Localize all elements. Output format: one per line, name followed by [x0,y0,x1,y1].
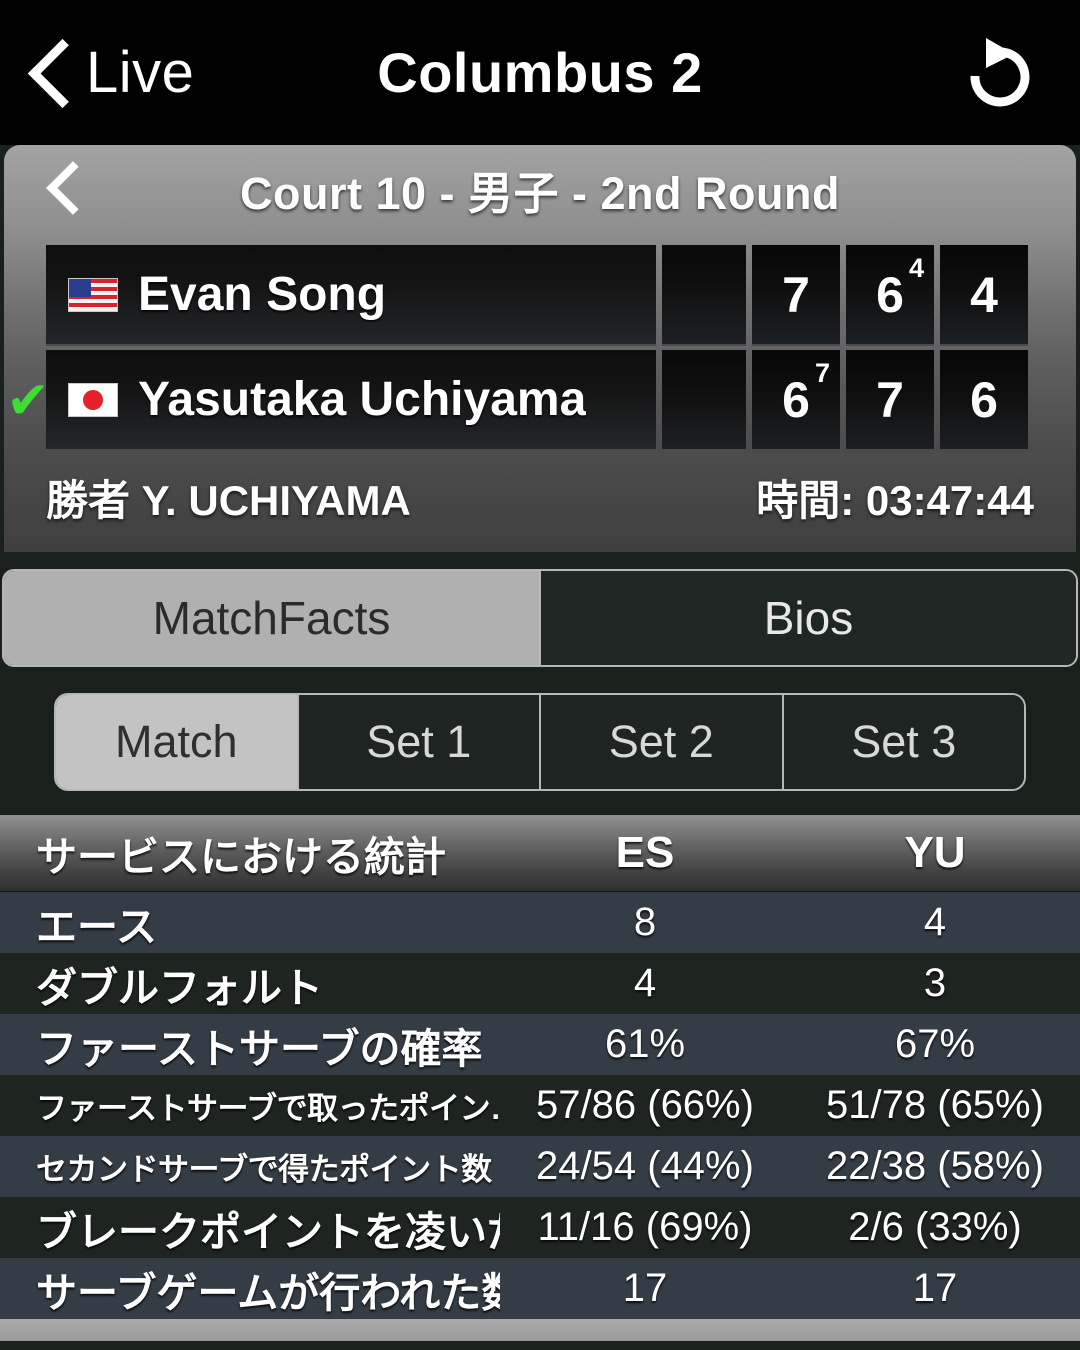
tab-bios[interactable]: Bios [539,571,1076,665]
stats-row-label: ブレークポイントを凌いだ数 [36,1208,500,1255]
scoreboard: Evan Song 7 6 4 4 ✔ Yasutaka Uchiyama 6 … [4,245,1076,451]
stats-row-value-es: 8 [633,900,657,944]
set-game-score: 6 [782,371,810,428]
stats-table-header: サービスにおける統計 ES YU [0,815,1080,892]
court-title: Court 10 - 男子 - 2nd Round [240,167,840,219]
stats-row-first-serve-points-won: ファーストサーブで取ったポイン… 57/86 (66%) 51/78 (65%) [0,1075,1080,1136]
stats-row-label: セカンドサーブで得たポイント数 [36,1152,492,1187]
tab-matchfacts[interactable]: MatchFacts [4,571,539,665]
set-score-cell-1: 7 [752,245,840,346]
jp-flag-icon [68,382,118,417]
stats-row-label: ダブルフォルト [36,964,323,1011]
tab-set-2[interactable]: Set 2 [539,695,782,789]
match-summary-line: 勝者 Y. UCHIYAMA 時間: 03:47:44 [4,451,1076,542]
stats-row-aces: エース 8 4 [0,892,1080,953]
set-game-score: 6 [876,266,904,323]
stats-row-value-yu: 2/6 (33%) [848,1205,1022,1249]
player-name-cell: Yasutaka Uchiyama [46,350,656,451]
match-detail-screen: Live Columbus 2 Court 10 - 男子 - 2nd Roun… [0,0,1080,1350]
winner-label: 勝者 Y. UCHIYAMA [46,477,411,524]
stats-row-value-es: 24/54 (44%) [536,1144,754,1188]
serve-indicator-cell [662,245,746,346]
winner-check-icon: ✔ [6,371,50,430]
stats-row-value-yu: 51/78 (65%) [826,1083,1044,1127]
set-game-score: 6 [970,371,998,428]
stats-row-value-es: 17 [622,1266,668,1310]
match-duration-label: 時間: 03:47:44 [756,477,1034,524]
set-score-cell-3: 6 [940,350,1028,451]
court-back-chevron-icon[interactable] [48,159,88,215]
stats-row-value-es: 11/16 (69%) [537,1205,753,1249]
stats-row-label: エース [36,903,157,950]
stats-row-value-es: 4 [633,961,657,1005]
set-tiebreak-score: 4 [908,253,924,283]
stats-row-service-games-played: サーブゲームが行われた数 17 17 [0,1258,1080,1319]
refresh-icon[interactable] [962,32,1038,112]
winner-check-icon [10,245,46,346]
set-score-cell-3: 4 [940,245,1028,346]
stats-row-break-points-saved: ブレークポイントを凌いだ数 11/16 (69%) 2/6 (33%) [0,1197,1080,1258]
set-game-score: 7 [782,266,810,323]
player-name: Yasutaka Uchiyama [138,373,587,426]
stats-row-double-faults: ダブルフォルト 4 3 [0,953,1080,1014]
stats-row-value-yu: 4 [923,900,947,944]
us-flag-icon [68,277,118,312]
service-stats-table: サービスにおける統計 ES YU エース 8 4 ダブルフォルト 4 3 ファー… [0,815,1080,1319]
stats-row-value-yu: 3 [923,961,947,1005]
serve-indicator-cell [662,350,746,451]
stats-header-label: サービスにおける統計 [36,834,446,880]
stats-row-first-serve-pct: ファーストサーブの確率 61% 67% [0,1014,1080,1075]
top-navigation-bar: Live Columbus 2 [0,0,1080,145]
scoreboard-row[interactable]: ✔ Yasutaka Uchiyama 6 7 7 6 [6,350,1028,451]
player-name-cell: Evan Song [46,245,656,346]
main-tab-bar: MatchFacts Bios [2,569,1078,667]
stats-row-label: サーブゲームが行われた数 [36,1269,500,1316]
tab-set-3[interactable]: Set 3 [781,695,1024,789]
stats-row-label: ファーストサーブの確率 [36,1025,483,1072]
set-tiebreak-score: 7 [814,358,830,388]
set-tab-bar-wrap: Match Set 1 Set 2 Set 3 [0,667,1080,815]
stats-row-value-yu: 67% [894,1022,976,1066]
court-header: Court 10 - 男子 - 2nd Round [4,145,1076,233]
scoreboard-row[interactable]: Evan Song 7 6 4 4 [46,245,1028,346]
next-section-header-strip [0,1319,1080,1341]
set-game-score: 7 [876,371,904,428]
stats-header-player2: YU [904,828,966,877]
stats-row-value-es: 61% [604,1022,686,1066]
stats-row-label: ファーストサーブで取ったポイン… [36,1091,500,1126]
set-tab-bar: Match Set 1 Set 2 Set 3 [54,693,1026,791]
set-game-score: 4 [970,266,998,323]
tab-match[interactable]: Match [56,695,297,789]
match-scoreboard-panel: Court 10 - 男子 - 2nd Round Evan Song 7 6 … [4,145,1076,552]
set-score-cell-1: 6 7 [752,350,840,451]
set-score-cell-2: 6 4 [846,245,934,346]
stats-row-value-es: 57/86 (66%) [536,1083,754,1127]
page-title: Columbus 2 [377,41,703,104]
player-name: Evan Song [138,268,387,321]
stats-row-value-yu: 17 [912,1266,958,1310]
stats-header-player1: ES [615,828,675,877]
tab-set-1[interactable]: Set 1 [296,695,539,789]
set-score-cell-2: 7 [846,350,934,451]
stats-row-value-yu: 22/38 (58%) [826,1144,1044,1188]
stats-row-second-serve-points-won: セカンドサーブで得たポイント数 24/54 (44%) 22/38 (58%) [0,1136,1080,1197]
